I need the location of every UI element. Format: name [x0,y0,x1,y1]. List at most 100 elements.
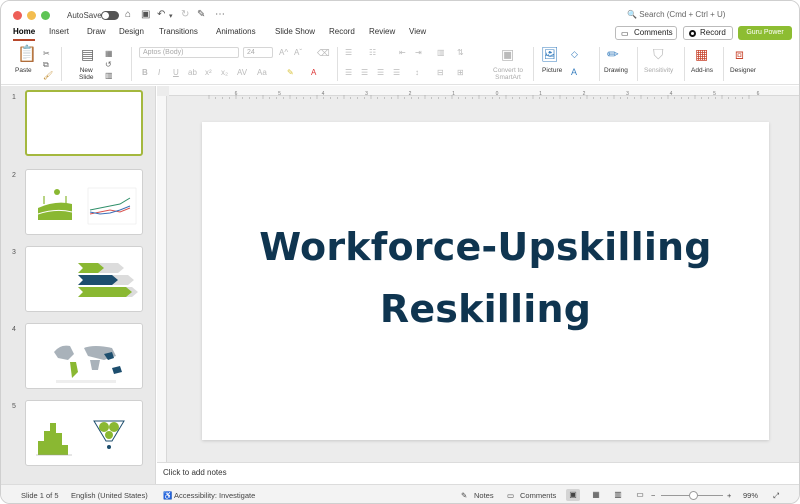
add-ins-icon[interactable]: ▦ [695,47,708,61]
tab-review[interactable]: Review [369,27,395,36]
comments-toggle[interactable]: Comments [520,491,556,500]
ruler-number: 6 [757,91,760,97]
line-spacing-icon[interactable]: ↕ [415,68,419,78]
notes-pane[interactable]: Click to add notes [157,462,799,483]
tab-animations[interactable]: Animations [216,27,256,36]
zoom-window-button[interactable] [41,11,50,20]
comments-button[interactable]: ▭ Comments [615,26,677,40]
fit-slide-icon[interactable]: ⤢ [773,491,779,501]
zoom-in-icon[interactable]: + [727,491,731,500]
slide-thumbnail-3[interactable] [25,246,143,312]
designer-icon[interactable]: ⧈ [735,47,744,61]
undo-icon[interactable]: ↶ [157,9,165,21]
drawing-icon[interactable]: ✏ [607,47,619,61]
superscript-icon[interactable]: x² [205,68,212,78]
cut-icon[interactable]: ✂ [43,49,50,59]
convert-smartart-icon[interactable]: ▣ [501,47,514,61]
thumbnail-2-graphic [37,187,137,225]
ruler-number: 4 [670,91,673,97]
tab-draw[interactable]: Draw [87,27,106,36]
bold-icon[interactable]: B [142,68,148,78]
guru-power-button[interactable]: Guru Power [738,26,792,40]
tab-insert[interactable]: Insert [49,27,69,36]
slide-title[interactable]: Workforce-Upskilling Reskilling [202,216,769,340]
tab-view[interactable]: View [409,27,426,36]
zoom-slider-thumb[interactable] [689,491,698,500]
columns-icon[interactable]: ▥ [437,48,445,58]
underline-icon[interactable]: U [173,68,179,78]
search-input[interactable]: 🔍 Search (Cmd + Ctrl + U) [627,10,725,19]
subscript-icon[interactable]: x₂ [221,68,228,78]
home-icon[interactable]: ⌂ [125,9,131,21]
new-slide-icon[interactable]: ▤ [81,47,94,61]
font-name-field[interactable]: Aptos (Body) [139,47,239,58]
increase-font-icon[interactable]: A^ [279,48,288,58]
bullets-icon[interactable]: ☰ [345,48,352,58]
accessibility-status[interactable]: Accessibility: Investigate [174,491,255,500]
paste-icon[interactable]: 📋 [17,47,37,63]
char-spacing-icon[interactable]: AV [237,68,247,78]
undo-dropdown-icon[interactable]: ▾ [169,11,173,23]
ribbon-separator [599,47,600,81]
reading-view-button[interactable]: ▥ [611,489,625,501]
layout-icon[interactable]: ▦ [105,49,113,59]
ruler-number: 4 [322,91,325,97]
slide-thumbnail-5[interactable] [25,400,143,466]
tab-transitions[interactable]: Transitions [159,27,198,36]
strikethrough-icon[interactable]: ab [188,68,197,78]
change-case-icon[interactable]: Aa [257,68,267,78]
align-right-icon[interactable]: ☰ [377,68,384,78]
close-window-button[interactable] [13,11,22,20]
slideshow-view-button[interactable]: ▭ [633,489,647,501]
current-slide[interactable]: Workforce-Upskilling Reskilling [202,122,769,440]
minimize-window-button[interactable] [27,11,36,20]
save-icon[interactable]: ▣ [141,9,150,21]
section-icon[interactable]: ▥ [105,71,113,81]
thumbnail-4-graphic [54,345,122,383]
italic-icon[interactable]: I [158,68,160,78]
highlight-icon[interactable]: ✎ [287,68,294,78]
record-button[interactable]: Record [683,26,733,40]
language-status[interactable]: English (United States) [71,491,148,500]
slide-thumbnail-1[interactable] [25,90,143,156]
tab-record[interactable]: Record [329,27,355,36]
align-text-icon[interactable]: ⊟ [437,68,444,78]
text-direction-icon[interactable]: ⇅ [457,48,464,58]
decrease-indent-icon[interactable]: ⇤ [399,48,406,58]
tab-slide-show[interactable]: Slide Show [275,27,315,36]
copy-icon[interactable]: ⧉ [43,60,49,70]
thumbnail-3-graphic [78,263,138,297]
smartart-icon[interactable]: ⊞ [457,68,464,78]
reset-icon[interactable]: ↺ [105,60,112,70]
format-painter-icon[interactable]: 🖌 [43,71,53,81]
align-center-icon[interactable]: ☰ [361,68,368,78]
zoom-level[interactable]: 99% [743,491,758,500]
zoom-out-icon[interactable]: − [651,491,655,500]
tab-design[interactable]: Design [119,27,144,36]
font-size-field[interactable]: 24 [243,47,273,58]
increase-indent-icon[interactable]: ⇥ [415,48,422,58]
decrease-font-icon[interactable]: Aˇ [294,48,302,58]
justify-icon[interactable]: ☰ [393,68,400,78]
font-color-icon[interactable]: A [311,68,316,78]
align-left-icon[interactable]: ☰ [345,68,352,78]
notes-toggle[interactable]: Notes [474,491,494,500]
slide-thumbnail-2[interactable] [25,169,143,235]
sensitivity-icon[interactable]: ⛉ [653,47,664,61]
customize-icon[interactable]: ✎ [197,9,205,21]
picture-label: Picture [542,67,563,74]
normal-view-button[interactable]: ▣ [566,489,580,501]
slide-title-line-1: Workforce-Upskilling [259,225,712,269]
more-icon[interactable]: ⋯ [215,9,225,21]
picture-icon[interactable]: 🖼 [541,47,559,61]
horizontal-ruler: 6 5 4 3 2 1 0 1 2 3 4 5 6 [169,86,799,99]
tab-home[interactable]: Home [13,27,35,36]
autosave-toggle[interactable] [101,11,119,20]
shapes-icon[interactable]: ◇ [571,49,578,59]
numbering-icon[interactable]: ☷ [369,48,376,58]
slide-sorter-view-button[interactable]: ▦ [589,489,603,501]
redo-icon[interactable]: ↻ [181,9,189,21]
clear-format-icon[interactable]: ⌫ [317,48,330,58]
slide-thumbnail-4[interactable] [25,323,143,389]
textbox-icon[interactable]: A [571,67,577,77]
